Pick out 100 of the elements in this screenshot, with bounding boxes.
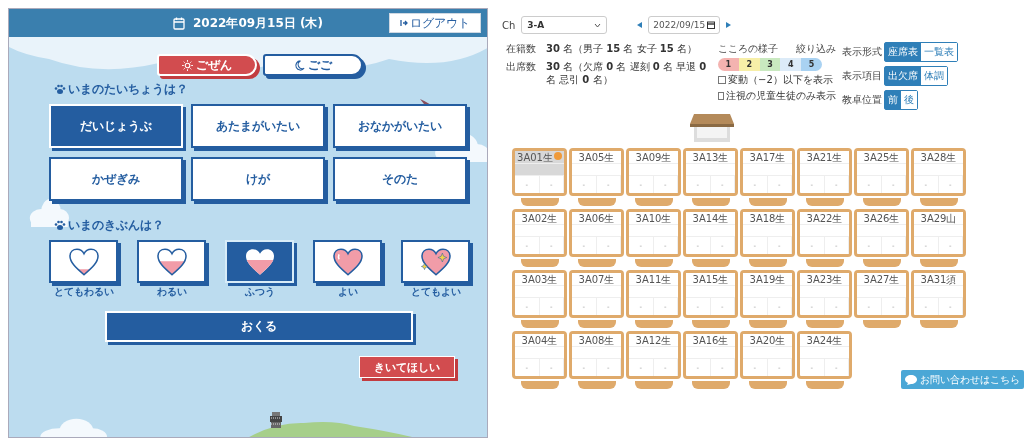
student-name: 3A14生 [686,212,735,225]
chair-drawing [805,198,844,206]
paw-icon [54,84,66,95]
mood-level-chip[interactable]: 2 [738,58,760,71]
student-name: 3A16生 [686,334,735,347]
toggle-option[interactable]: 前 [885,91,901,109]
class-select[interactable]: 3-A [521,16,608,34]
date-title: 2022年09月15日 (木) [193,14,323,32]
student-name: 3A29山 [914,212,963,225]
student-name: 3A06生 [572,212,621,225]
setting-label: 教卓位置 [842,93,883,107]
mood-option[interactable] [49,240,118,283]
send-button[interactable]: おくる [105,311,413,342]
stat-label: 在籍数 [506,42,537,56]
chair-drawing [805,259,844,267]
student-name: 3A20生 [743,334,792,347]
checkbox[interactable] [718,76,726,84]
calendar-icon [173,16,185,30]
condition-option[interactable]: だいじょうぶ [49,104,183,148]
mood-label: とてもわるい [53,285,114,299]
chair-drawing [919,259,958,267]
chair-drawing [805,381,844,389]
checkbox[interactable] [718,92,724,100]
setting-label: 表示形式 [842,45,883,59]
student-name: 3A04生 [515,334,564,347]
student-name: 3A11生 [629,273,678,286]
chair-drawing [577,198,616,206]
chair-drawing [691,381,730,389]
chair-drawing [805,320,844,328]
mood-level-chip[interactable]: 1 [718,58,739,71]
student-name: 3A25生 [857,151,906,164]
heart-icon [419,247,452,276]
mood-level-chip[interactable]: 3 [759,58,781,71]
teacher-desk-drawing [690,114,734,142]
cloud-drawing [39,417,107,437]
toggle-option[interactable]: 体調 [921,67,947,85]
toggle-option[interactable]: 一覧表 [921,43,957,61]
student-name: 3A28生 [914,151,963,164]
setting-label: 表示項目 [842,69,883,83]
castle-icon [269,412,283,430]
chair-drawing [520,259,559,267]
sun-icon [182,59,193,71]
chair-drawing [748,198,787,206]
mood-label: よい [337,285,358,299]
chair-drawing [748,320,787,328]
student-name: 3A08生 [572,334,621,347]
condition-option[interactable]: かぜぎみ [49,157,183,201]
student-name: 3A02生 [515,212,564,225]
student-name: 3A15生 [686,273,735,286]
date-field[interactable]: 2022/09/15 [648,16,721,34]
mood-label: ふつう [244,285,275,299]
stat-value: 30 名（男子 15 名 女子 15 名） [546,42,698,56]
heart-icon [331,247,364,276]
chair-drawing [634,198,673,206]
toggle-option[interactable]: 出欠席 [885,67,921,85]
chair-drawing [862,320,901,328]
chair-drawing [691,198,730,206]
period-tab[interactable]: ごぜん [157,54,257,76]
mood-level-chip[interactable]: 5 [801,58,822,71]
chair-drawing [520,198,559,206]
mood-option[interactable] [401,240,470,283]
student-name: 3A21生 [800,151,849,164]
previous-arrow-icon[interactable] [637,22,643,28]
student-name: 3A13生 [686,151,735,164]
next-arrow-icon[interactable] [726,22,732,28]
toggle-option[interactable]: 後 [901,91,917,109]
stat-label: 出席数 [506,60,537,74]
chair-drawing [748,259,787,267]
student-name: 3A09生 [629,151,678,164]
mood-option[interactable] [137,240,206,283]
mood-level-chip[interactable]: 4 [780,58,802,71]
student-name: 3A01生 [515,151,564,164]
heart-icon [243,247,276,276]
student-name: 3A07生 [572,273,621,286]
heart-icon [67,247,100,276]
chair-drawing [862,198,901,206]
toggle-option[interactable]: 座席表 [885,43,921,61]
listen-button[interactable]: きいてほしい [359,356,455,378]
logout-button[interactable]: ログアウト [389,13,481,33]
student-name: 3A12生 [629,334,678,347]
chair-drawing [634,381,673,389]
filter-title: こころの様子 [718,42,778,56]
mood-option[interactable] [313,240,382,283]
chair-drawing [634,259,673,267]
calendar-icon [707,21,716,29]
chair-drawing [577,320,616,328]
condition-option[interactable]: けが [191,157,325,201]
student-name: 3A05生 [572,151,621,164]
chair-drawing [862,259,901,267]
class-label: Ch [502,19,516,31]
condition-option[interactable]: あたまがいたい [191,104,325,148]
student-name: 3A19生 [743,273,792,286]
checkbox-label: 変動（−2）以下を表示 [728,73,833,87]
period-tab[interactable]: ごご [263,54,363,76]
chair-drawing [634,320,673,328]
condition-option[interactable]: おなかがいたい [333,104,467,148]
student-name: 3A17生 [743,151,792,164]
filter-link[interactable]: 絞り込み [796,42,836,56]
condition-option[interactable]: そのた [333,157,467,201]
mood-label: とてもよい [410,285,461,299]
